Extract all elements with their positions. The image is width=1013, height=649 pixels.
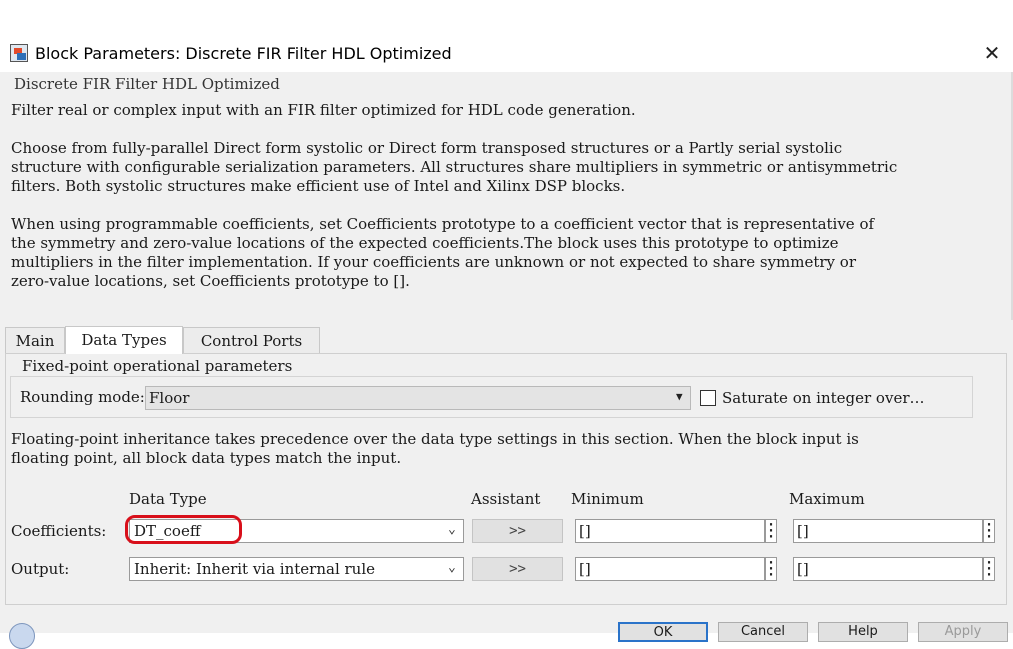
- coefficients-row-label: Coefficients:: [11, 522, 107, 540]
- highlight-annotation: [125, 515, 242, 544]
- background-window-strip: [0, 0, 1013, 34]
- rounding-mode-value: Floor: [149, 389, 190, 407]
- cancel-button[interactable]: Cancel: [718, 622, 808, 642]
- output-assistant-button[interactable]: >>: [472, 557, 563, 581]
- help-button[interactable]: Help: [818, 622, 908, 642]
- output-minimum-field[interactable]: [575, 557, 765, 581]
- coefficients-assistant-button[interactable]: >>: [472, 519, 563, 543]
- vertical-ellipsis-icon[interactable]: · · ·: [983, 557, 995, 582]
- column-header-data-type: Data Type: [129, 490, 207, 508]
- output-maximum-value: []: [797, 560, 809, 578]
- saturate-checkbox[interactable]: [700, 390, 716, 406]
- simulink-block-icon: [10, 44, 28, 62]
- column-header-maximum: Maximum: [789, 490, 865, 508]
- output-data-type-value: Inherit: Inherit via internal rule: [134, 560, 376, 578]
- apply-button[interactable]: Apply: [918, 622, 1008, 642]
- column-header-minimum: Minimum: [571, 490, 644, 508]
- vertical-ellipsis-icon[interactable]: · · ·: [765, 557, 777, 582]
- column-header-assistant: Assistant: [471, 490, 541, 508]
- coefficients-minimum-value: []: [579, 522, 591, 540]
- rounding-mode-label: Rounding mode:: [20, 388, 145, 406]
- saturate-label: Saturate on integer over…: [722, 389, 925, 407]
- output-maximum-field[interactable]: [793, 557, 983, 581]
- ok-button[interactable]: OK: [618, 622, 708, 642]
- coefficients-maximum-field[interactable]: [793, 519, 983, 543]
- tab-main[interactable]: Main: [5, 327, 65, 353]
- tab-control-ports[interactable]: Control Ports: [183, 327, 320, 353]
- block-description-coefficients: When using programmable coefficients, se…: [11, 215, 875, 290]
- coefficients-maximum-value: []: [797, 522, 809, 540]
- chevron-down-icon[interactable]: ⌄: [448, 522, 456, 537]
- chevron-down-icon[interactable]: ⌄: [448, 560, 456, 575]
- chevron-down-icon[interactable]: ▼: [676, 390, 683, 403]
- output-minimum-value: []: [579, 560, 591, 578]
- vertical-ellipsis-icon[interactable]: · · ·: [765, 519, 777, 544]
- help-globe-icon[interactable]: [9, 623, 35, 649]
- block-description-heading: Discrete FIR Filter HDL Optimized: [14, 75, 280, 93]
- coefficients-minimum-field[interactable]: [575, 519, 765, 543]
- close-icon[interactable]: ✕: [980, 40, 1004, 66]
- output-row-label: Output:: [11, 560, 70, 578]
- window-title: Block Parameters: Discrete FIR Filter HD…: [35, 44, 452, 63]
- floating-point-note: Floating-point inheritance takes precede…: [11, 430, 859, 467]
- tab-data-types[interactable]: Data Types: [65, 326, 183, 354]
- rounding-mode-select[interactable]: [145, 386, 691, 410]
- fixed-point-group-legend: Fixed-point operational parameters: [19, 357, 296, 375]
- block-description-intro: Filter real or complex input with an FIR…: [11, 101, 636, 119]
- block-description-structures: Choose from fully-parallel Direct form s…: [11, 139, 898, 195]
- vertical-ellipsis-icon[interactable]: · · ·: [983, 519, 995, 544]
